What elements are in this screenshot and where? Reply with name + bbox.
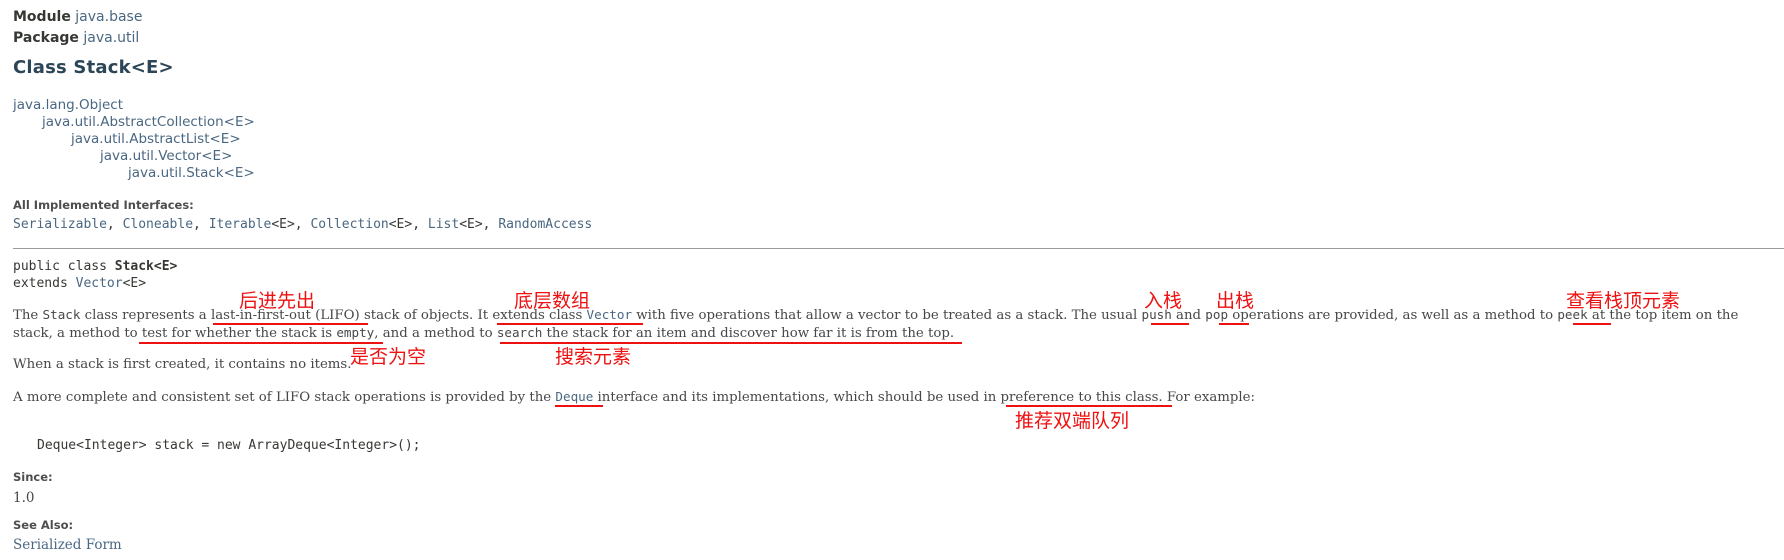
signature-line-1: public class Stack<E> bbox=[13, 259, 178, 274]
module-value[interactable]: java.base bbox=[75, 9, 142, 25]
description-line-2-segment: stack, a method to bbox=[13, 326, 142, 341]
module-label: Module bbox=[13, 9, 71, 25]
signature-line-2: extends Vector<E> bbox=[13, 276, 147, 291]
description-line-2: stack, a method to test for whether the … bbox=[13, 324, 954, 343]
underline-search bbox=[500, 342, 962, 344]
iface-iterable[interactable]: Iterable bbox=[209, 217, 272, 232]
description-line-1-segment: operations are provided, as well as a me… bbox=[1228, 308, 1558, 323]
hierarchy-abstract-list[interactable]: java.util.AbstractList<E> bbox=[71, 131, 241, 148]
hierarchy-stack: java.util.Stack<E> bbox=[128, 165, 255, 181]
underline-push bbox=[1151, 323, 1189, 325]
description-p3-segment: . For example: bbox=[1158, 390, 1255, 405]
underline-peek bbox=[1573, 323, 1611, 325]
hierarchy-vector[interactable]: java.util.Vector<E> bbox=[100, 148, 232, 165]
description-p2: When a stack is first created, it contai… bbox=[13, 357, 352, 372]
iface-collection[interactable]: Collection bbox=[310, 217, 388, 232]
since-label: Since: bbox=[13, 470, 53, 484]
description-p3-segment: interface and its implementations, which… bbox=[593, 390, 1001, 405]
underline-extends-vector bbox=[497, 323, 643, 325]
package-value[interactable]: java.util bbox=[83, 30, 139, 46]
description-line-1-segment: Stack bbox=[42, 307, 81, 322]
description-line-2-segment: the stack for an item and discover how f… bbox=[542, 326, 950, 341]
annotation-empty: 是否为空 bbox=[350, 346, 427, 368]
iface-list[interactable]: List bbox=[428, 217, 459, 232]
interfaces-label: All Implemented Interfaces: bbox=[13, 198, 194, 212]
underline-deque bbox=[555, 405, 603, 407]
annotation-push: 入栈 bbox=[1144, 290, 1183, 312]
underline-preference bbox=[1006, 405, 1172, 407]
description-line-1-segment: stack of objects. It bbox=[359, 308, 493, 323]
description-line-2-segment: search bbox=[496, 325, 543, 340]
class-title: Class Stack<E> bbox=[13, 57, 174, 78]
description-line-1-segment: The bbox=[13, 308, 43, 323]
description-p3-segment: preference to this class bbox=[1000, 390, 1159, 405]
interfaces-list: Serializable, Cloneable, Iterable<E>, Co… bbox=[13, 217, 593, 232]
see-also-label: See Also: bbox=[13, 518, 74, 532]
signature-vector-link[interactable]: Vector bbox=[76, 276, 123, 291]
iface-cloneable[interactable]: Cloneable bbox=[123, 217, 193, 232]
module-line: Module java.base bbox=[13, 8, 142, 26]
description-line-2-segment: test for whether the stack is bbox=[141, 326, 337, 341]
description-line-2-segment: , and a method to bbox=[374, 326, 497, 341]
annotation-array: 底层数组 bbox=[514, 290, 591, 312]
hierarchy-abstract-collection[interactable]: java.util.AbstractCollection<E> bbox=[42, 114, 255, 131]
annotation-lifo: 后进先出 bbox=[239, 290, 316, 312]
description-line-1-segment: with five operations that allow a vector… bbox=[632, 308, 1142, 323]
underline-empty bbox=[139, 342, 383, 344]
annotation-deque: 推荐双端队列 bbox=[1015, 410, 1130, 432]
annotation-peek: 查看栈顶元素 bbox=[1566, 290, 1681, 312]
description-p3-segment: A more complete and consistent set of LI… bbox=[13, 390, 556, 405]
since-value: 1.0 bbox=[13, 490, 35, 506]
description-line-1-segment[interactable]: Vector bbox=[587, 307, 633, 322]
annotation-pop: 出栈 bbox=[1216, 290, 1255, 312]
signature-class-name: Stack<E> bbox=[114, 259, 178, 274]
serialized-form-link[interactable]: Serialized Form bbox=[13, 537, 122, 553]
iface-serializable[interactable]: Serializable bbox=[13, 217, 107, 232]
annotation-search: 搜索元素 bbox=[555, 346, 632, 368]
description-p3-segment[interactable]: Deque bbox=[555, 389, 593, 404]
underline-lifo bbox=[213, 323, 368, 325]
underline-pop bbox=[1219, 323, 1249, 325]
code-example: Deque<Integer> stack = new ArrayDeque<In… bbox=[37, 438, 421, 453]
iface-random-access[interactable]: RandomAccess bbox=[498, 217, 592, 232]
package-line: Package java.util bbox=[13, 29, 139, 47]
description-line-2-segment: empty bbox=[336, 325, 375, 340]
javadoc-page: Module java.base Package java.util Class… bbox=[0, 0, 1784, 560]
hierarchy-object[interactable]: java.lang.Object bbox=[13, 97, 123, 114]
description-line-2-segment: . bbox=[949, 326, 955, 341]
description-line-1-segment: class represents a bbox=[80, 308, 211, 323]
package-label: Package bbox=[13, 30, 79, 46]
divider bbox=[13, 248, 1784, 249]
